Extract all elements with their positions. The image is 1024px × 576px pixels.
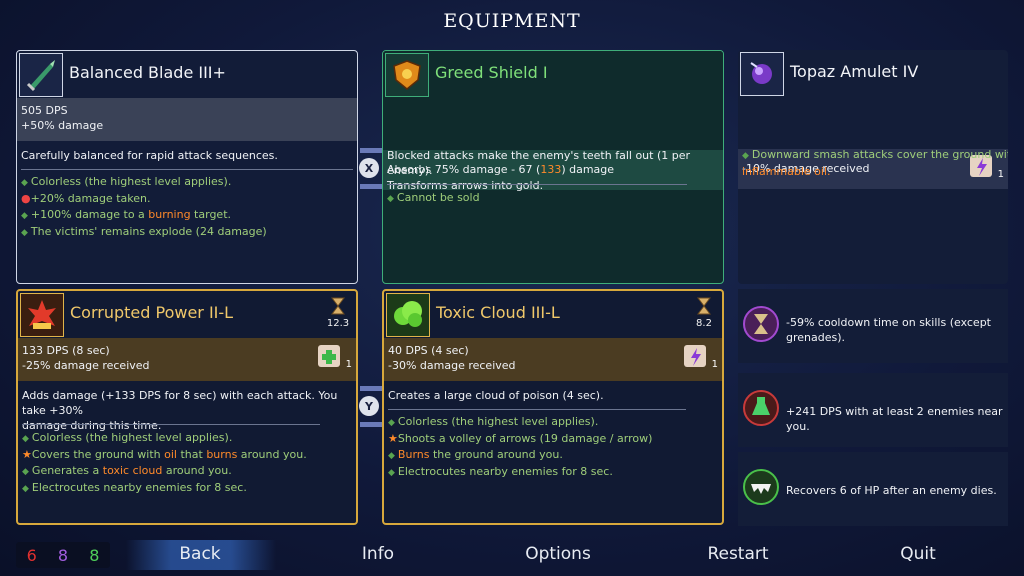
scroll-badge: 1	[315, 342, 352, 370]
affix: ◆ Downward smash attacks cover the ground…	[742, 148, 1008, 161]
weapon-card-greed-shield[interactable]: Greed Shield I Absorbs 75% damage - 67 (…	[382, 50, 724, 284]
item-affixes: ◆ Colorless (the highest level applies). …	[388, 414, 718, 481]
affix: ◆ Colorless (the highest level applies).	[21, 175, 232, 188]
quit-button[interactable]: Quit	[858, 544, 978, 564]
affix: ◆ Colorless (the highest level applies).	[22, 431, 233, 444]
skull-icon: ●	[21, 192, 31, 205]
item-name: Topaz Amulet IV	[790, 62, 919, 81]
divider	[21, 169, 353, 170]
affix: ◆ Colorless (the highest level applies).	[388, 415, 599, 428]
options-button[interactable]: Options	[498, 544, 618, 564]
item-name: Balanced Blade III+	[69, 63, 226, 82]
affix: ◆ +100% damage to a burning target.	[21, 208, 232, 221]
back-button[interactable]: Back	[140, 544, 260, 564]
mutation-text: +241 DPS with at least 2 enemies near yo…	[786, 405, 1003, 433]
damage-stat: +50% damage	[21, 119, 104, 132]
item-name: Toxic Cloud III-L	[436, 303, 560, 322]
shield-icon	[385, 53, 429, 97]
potion-mutation-icon	[743, 390, 779, 426]
affix: ●+20% damage taken.	[21, 192, 151, 205]
restart-button[interactable]: Restart	[678, 544, 798, 564]
item-description: Blocked attacks make the enemy's teeth f…	[387, 149, 691, 192]
affix: ★Covers the ground with oil that burns a…	[22, 448, 307, 461]
resist-stat: -30% damage received	[388, 359, 516, 372]
scroll-badge: 1	[681, 342, 718, 370]
card-header: Balanced Blade III+	[17, 51, 357, 98]
card-header: Topaz Amulet IV	[738, 50, 1008, 97]
card-header: Toxic Cloud III-L 8.2	[384, 291, 722, 338]
divider	[22, 424, 320, 425]
cooldown-indicator: 12.3	[326, 297, 350, 329]
card-header: Greed Shield I	[383, 51, 723, 98]
mutation-slot-2[interactable]: +241 DPS with at least 2 enemies near yo…	[738, 373, 1008, 447]
item-stats: 505 DPS +50% damage	[17, 98, 357, 141]
purple-scroll-icon	[683, 345, 706, 367]
info-button[interactable]: Info	[318, 544, 438, 564]
amulet-icon	[740, 52, 784, 96]
star-icon: ★	[22, 448, 32, 461]
affix: inflammable oil.	[742, 165, 831, 178]
swap-button-x[interactable]: X	[359, 158, 379, 178]
dps-stat: 505 DPS	[21, 104, 68, 117]
item-affixes: ◆ Cannot be sold	[387, 190, 719, 207]
dps-stat: 40 DPS (4 sec)	[388, 344, 469, 357]
item-description: Creates a large cloud of poison (4 sec).	[388, 389, 604, 402]
item-stats: 133 DPS (8 sec) -25% damage received	[18, 338, 356, 381]
affix: ◆ Electrocutes nearby enemies for 8 sec.	[388, 465, 613, 478]
swap-arrow	[360, 148, 382, 153]
item-stats: 40 DPS (4 sec) -30% damage received	[384, 338, 722, 381]
scroll-counts: 6 8 8	[16, 542, 110, 568]
affix: ◆ Burns the ground around you.	[388, 448, 563, 461]
affix: ◆ Electrocutes nearby enemies for 8 sec.	[22, 481, 247, 494]
bottom-menu: 6 8 8 Back Info Options Restart Quit	[0, 538, 1024, 572]
corrupted-power-icon	[20, 293, 64, 337]
cooldown-value: 8.2	[696, 318, 712, 329]
cooldown-indicator: 8.2	[692, 297, 716, 329]
skill-card-corrupted-power[interactable]: Corrupted Power II-L 12.3 133 DPS (8 sec…	[16, 289, 358, 525]
star-icon: ★	[388, 432, 398, 445]
resist-stat: -25% damage received	[22, 359, 150, 372]
item-affixes: ◆ Colorless (the highest level applies). …	[22, 430, 352, 497]
dps-stat: 133 DPS (8 sec)	[22, 344, 110, 357]
skill-card-toxic-cloud[interactable]: Toxic Cloud III-L 8.2 40 DPS (4 sec) -30…	[382, 289, 724, 525]
affix: ◆ Cannot be sold	[387, 191, 480, 204]
sword-icon	[19, 53, 63, 97]
toxic-cloud-icon	[386, 293, 430, 337]
mutation-slot-1[interactable]: -59% cooldown time on skills (except gre…	[738, 289, 1008, 363]
mutation-text: Recovers 6 of HP after an enemy dies.	[786, 484, 997, 497]
affix: ◆ The victims' remains explode (24 damage…	[21, 225, 267, 238]
card-header: Corrupted Power II-L 12.3	[18, 291, 356, 338]
mutation-slot-3[interactable]: Recovers 6 of HP after an enemy dies.	[738, 452, 1008, 526]
affix: ◆ Generates a toxic cloud around you.	[22, 464, 232, 477]
green-scroll-icon	[317, 345, 340, 367]
item-description: Carefully balanced for rapid attack sequ…	[21, 149, 278, 162]
tactics-count: 8	[57, 545, 69, 565]
swap-arrow	[360, 422, 382, 427]
survival-count: 8	[89, 545, 100, 565]
swap-button-y[interactable]: Y	[359, 396, 379, 416]
swap-arrow	[360, 184, 382, 189]
item-description: Adds damage (+133 DPS for 8 sec) with ea…	[22, 389, 338, 432]
item-name: Corrupted Power II-L	[70, 303, 234, 322]
hourglass-icon	[697, 297, 711, 315]
hourglass-icon	[331, 297, 345, 315]
amulet-card-topaz[interactable]: Topaz Amulet IV -10% damage received 1 ◆…	[738, 50, 1008, 284]
hourglass-mutation-icon	[743, 306, 779, 342]
cooldown-value: 12.3	[326, 318, 350, 329]
screen-title: EQUIPMENT	[443, 10, 581, 32]
item-affixes: ◆ Colorless (the highest level applies). …	[21, 174, 353, 241]
fangs-mutation-icon	[743, 469, 779, 505]
brutality-count: 6	[26, 545, 37, 565]
affix: ★Shoots a volley of arrows (19 damage / …	[388, 432, 653, 445]
divider	[388, 409, 686, 410]
divider	[387, 184, 687, 185]
item-affixes: ◆ Downward smash attacks cover the ground…	[742, 147, 1008, 180]
mutation-text: -59% cooldown time on skills (except gre…	[786, 316, 991, 344]
item-name: Greed Shield I	[435, 63, 548, 82]
swap-arrow	[360, 386, 382, 391]
weapon-card-balanced-blade[interactable]: Balanced Blade III+ 505 DPS +50% damage …	[16, 50, 358, 284]
